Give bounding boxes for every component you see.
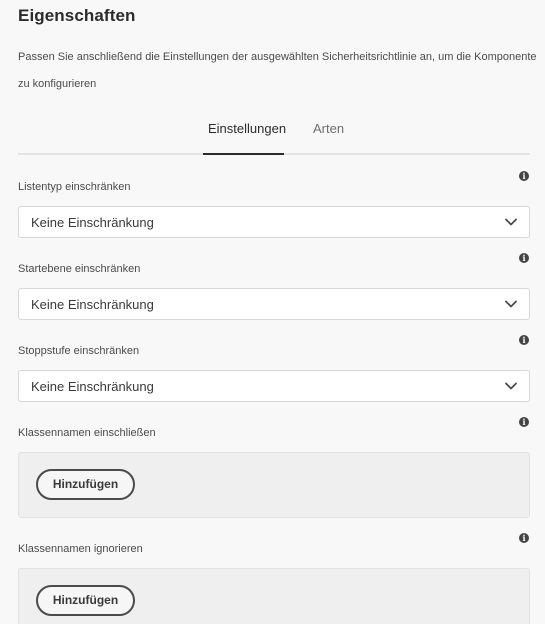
page-title: Eigenschaften: [18, 6, 136, 25]
tab-arten[interactable]: Arten: [313, 121, 344, 136]
info-icon[interactable]: i: [519, 417, 529, 427]
start-level-value: Keine Einschränkung: [31, 297, 154, 312]
info-icon[interactable]: i: [519, 253, 529, 263]
stop-level-value: Keine Einschränkung: [31, 379, 154, 394]
tab-einstellungen[interactable]: Einstellungen: [208, 121, 286, 136]
stop-level-label: Stoppstufe einschränken: [18, 345, 140, 357]
include-classes-multifield: Hinzufügen: [18, 452, 530, 518]
ignore-classes-add-button[interactable]: Hinzufügen: [36, 585, 135, 616]
stop-level-select[interactable]: Keine Einschränkung: [18, 370, 530, 402]
list-type-label: Listentyp einschränken: [18, 181, 131, 193]
ignore-classes-multifield: Hinzufügen: [18, 568, 530, 624]
info-icon[interactable]: i: [519, 533, 529, 543]
chevron-down-icon: [505, 218, 517, 226]
include-classes-add-button[interactable]: Hinzufügen: [36, 469, 135, 500]
list-type-value: Keine Einschränkung: [31, 215, 154, 230]
chevron-down-icon: [505, 382, 517, 390]
tab-bar: Einstellungen Arten: [18, 112, 530, 155]
page-description: Passen Sie anschließend die Einstellunge…: [18, 51, 537, 90]
list-type-select[interactable]: Keine Einschränkung: [18, 206, 530, 238]
chevron-down-icon: [505, 300, 517, 308]
start-level-label: Startebene einschränken: [18, 263, 141, 275]
start-level-select[interactable]: Keine Einschränkung: [18, 288, 530, 320]
ignore-classes-label: Klassennamen ignorieren: [18, 543, 143, 555]
active-tab-indicator: [203, 153, 284, 155]
info-icon[interactable]: i: [519, 171, 529, 181]
info-icon[interactable]: i: [519, 335, 529, 345]
include-classes-label: Klassennamen einschließen: [18, 427, 156, 439]
properties-panel: Eigenschaften Passen Sie anschließend di…: [0, 0, 545, 624]
